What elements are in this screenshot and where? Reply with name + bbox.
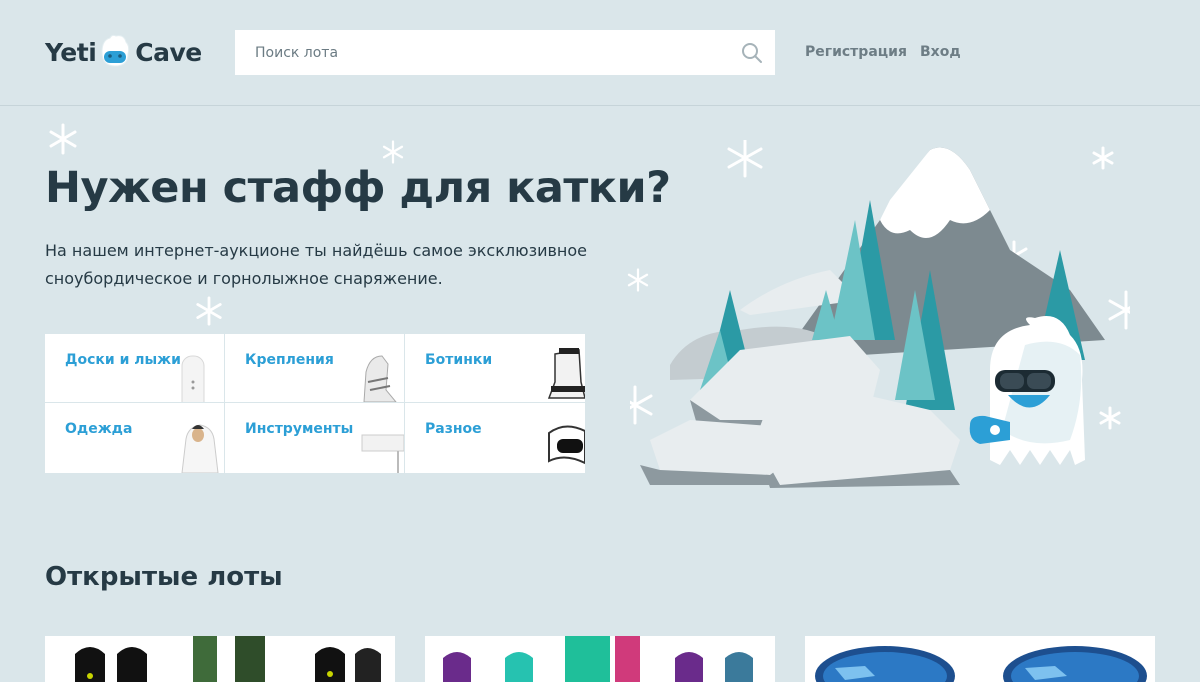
mountain-yeti-illustration bbox=[630, 140, 1130, 488]
lot-image bbox=[815, 646, 1147, 682]
register-link[interactable]: Регистрация bbox=[805, 44, 907, 60]
goggles-image bbox=[548, 425, 585, 465]
promo-title: Нужен стафф для катки? bbox=[45, 163, 671, 213]
promo-text: На нашем интернет-аукционе ты найдёшь са… bbox=[45, 241, 587, 288]
category-label: Разное bbox=[425, 421, 482, 437]
category-label: Инструменты bbox=[245, 421, 354, 437]
category-misc[interactable]: Разное bbox=[405, 403, 585, 473]
search-icon[interactable] bbox=[741, 42, 763, 64]
boots-image bbox=[547, 348, 585, 399]
snowflake-icon bbox=[196, 296, 222, 326]
lot-card[interactable] bbox=[425, 636, 775, 682]
category-clothing[interactable]: Одежда bbox=[45, 403, 225, 473]
search-form bbox=[235, 30, 775, 75]
logo-text-yeti: Yeti bbox=[45, 37, 97, 67]
tools-image bbox=[361, 434, 404, 473]
login-link[interactable]: Вход bbox=[920, 44, 961, 60]
lot-card[interactable] bbox=[45, 636, 395, 682]
yeti-logo-icon bbox=[98, 34, 132, 70]
search-input[interactable] bbox=[235, 30, 775, 75]
category-boards[interactable]: Доски и лыжи bbox=[45, 334, 225, 403]
lot-card[interactable] bbox=[805, 636, 1155, 682]
category-label: Крепления bbox=[245, 352, 334, 368]
clothing-image bbox=[181, 424, 219, 473]
bindings-image bbox=[363, 355, 397, 402]
category-grid: Доски и лыжи Крепления Ботинки Одежда Ин… bbox=[45, 334, 585, 473]
snowflake-icon bbox=[49, 123, 77, 155]
category-bindings[interactable]: Крепления bbox=[225, 334, 405, 403]
lots-title: Открытые лоты bbox=[45, 562, 283, 592]
snowboard-image bbox=[181, 355, 205, 402]
category-boots[interactable]: Ботинки bbox=[405, 334, 585, 403]
lot-image bbox=[443, 636, 753, 682]
logo-text-cave: Cave bbox=[135, 37, 202, 67]
category-label: Одежда bbox=[65, 421, 133, 437]
site-header: Yeti Cave Регистрация Вход bbox=[0, 0, 1200, 106]
logo[interactable]: Yeti Cave bbox=[45, 30, 202, 74]
category-tools[interactable]: Инструменты bbox=[225, 403, 405, 473]
lot-image bbox=[75, 636, 381, 682]
category-label: Ботинки bbox=[425, 352, 493, 368]
snowflake-icon bbox=[382, 140, 404, 164]
